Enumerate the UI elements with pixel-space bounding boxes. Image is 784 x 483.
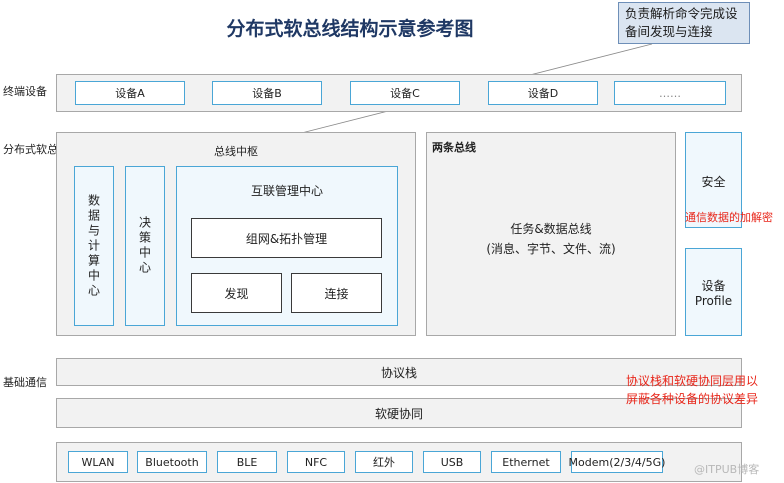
device-d: 设备D [488, 81, 598, 105]
networking-topology: 组网&拓扑管理 [191, 218, 382, 258]
tech-infrared: 红外 [355, 451, 413, 473]
tech-wlan: WLAN [68, 451, 128, 473]
data-compute-center-label: 数据与计算中心 [86, 193, 101, 299]
security-note: 通信数据的加解密 [685, 211, 773, 224]
interconnect-center-title: 互联管理中心 [250, 184, 323, 198]
bus-hub-title: 总线中枢 [214, 145, 258, 158]
device-profile-line2: Profile [694, 293, 733, 308]
terminal-devices-label: 终端设备 [3, 85, 47, 98]
device-c: 设备C [350, 81, 460, 105]
page-title: 分布式软总线结构示意参考图 [226, 18, 474, 40]
discovery-callout: 负责解析命令完成设备间发现与连接 [618, 2, 750, 44]
decision-center: 决策中心 [125, 166, 165, 326]
device-b: 设备B [212, 81, 322, 105]
tech-modem: Modem(2/3/4/5G) [569, 451, 665, 473]
watermark: @ITPUB博客 [694, 463, 760, 476]
device-profile-line1: 设备 [701, 278, 726, 293]
task-data-bus: 任务&数据总线 [510, 222, 592, 236]
two-buses-title: 两条总线 [432, 141, 476, 154]
tech-ble: BLE [217, 451, 277, 473]
tech-nfc: NFC [287, 451, 345, 473]
tech-ethernet: Ethernet [491, 451, 561, 473]
discovery-box: 发现 [191, 273, 282, 313]
base-note-line1: 协议栈和软硬协同层用以 [626, 374, 759, 388]
data-compute-center: 数据与计算中心 [74, 166, 114, 326]
decision-center-label: 决策中心 [137, 216, 152, 276]
device-profile-box: 设备 Profile [685, 248, 742, 336]
base-note-line2: 屏蔽各种设备的协议差异 [626, 392, 759, 406]
task-data-bus-detail: (消息、字节、文件、流) [486, 242, 616, 256]
device-more: …… [614, 81, 726, 105]
tech-usb: USB [423, 451, 481, 473]
tech-bluetooth: Bluetooth [137, 451, 207, 473]
connection-box: 连接 [291, 273, 382, 313]
device-a: 设备A [75, 81, 185, 105]
base-comm-label: 基础通信 [3, 376, 47, 389]
